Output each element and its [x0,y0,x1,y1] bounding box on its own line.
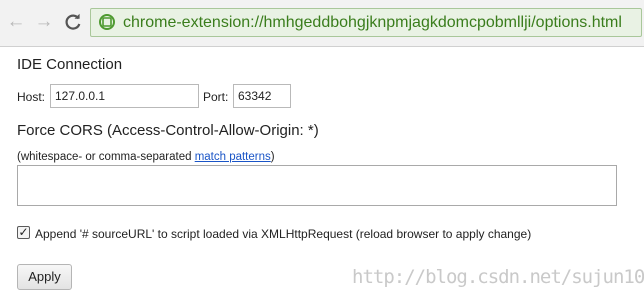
extension-puzzle-icon [99,14,115,30]
match-patterns-link[interactable]: match patterns [195,151,271,163]
ide-connection-heading: IDE Connection [17,56,123,73]
forward-arrow-icon[interactable]: → [34,12,54,32]
port-input[interactable] [233,84,291,108]
cors-hint: (whitespace- or comma-separated match pa… [17,151,275,163]
apply-button[interactable]: Apply [17,264,72,290]
back-arrow-icon[interactable]: ← [6,12,26,32]
host-input[interactable] [50,84,199,108]
browser-toolbar: ← → chrome-extension://hmhgeddbohgjknpmj… [0,0,644,47]
force-cors-heading: Force CORS (Access-Control-Allow-Origin:… [17,122,319,139]
cors-hint-prefix: (whitespace- or comma-separated [17,151,195,163]
cors-hint-suffix: ) [270,151,275,163]
reload-icon[interactable] [63,12,83,32]
append-sourceurl-label: Append '# sourceURL' to script loaded vi… [35,227,532,241]
url-text: chrome-extension://hmhgeddbohgjknpmjagkd… [123,14,622,31]
cors-patterns-textarea[interactable] [17,165,617,206]
port-label: Port: [203,90,229,104]
address-bar[interactable]: chrome-extension://hmhgeddbohgjknpmjagkd… [90,8,642,37]
host-label: Host: [17,90,46,104]
append-sourceurl-checkbox[interactable]: ✓ [17,226,30,239]
watermark-text: http://blog.csdn.net/sujun10 [352,266,644,288]
